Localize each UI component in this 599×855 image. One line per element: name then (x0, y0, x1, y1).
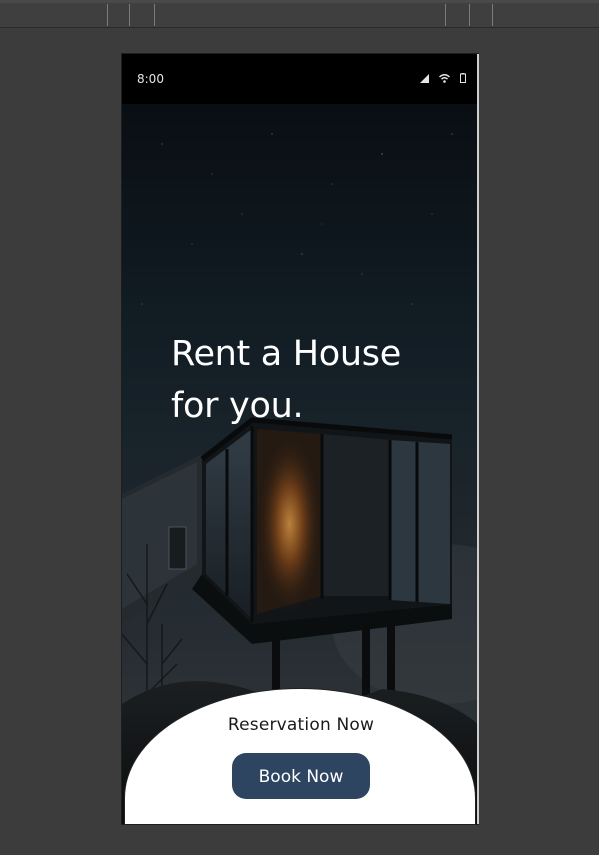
cellular-signal-icon (420, 73, 429, 83)
toolbar-top-line (0, 0, 599, 3)
toolbar-separator (107, 4, 108, 26)
battery-icon (460, 73, 466, 83)
headline-line-1: Rent a House (171, 334, 401, 374)
status-bar: 8:00 (122, 54, 478, 104)
editor-toolbar (0, 0, 599, 28)
status-time: 8:00 (137, 72, 164, 86)
hero-headline: Rent a House for you. (171, 328, 431, 432)
phone-screen: 8:00 Rent a House for you. Reservation N… (122, 54, 478, 824)
status-icons (420, 73, 466, 83)
toolbar-separator (492, 4, 493, 26)
reservation-label: Reservation Now (227, 715, 375, 735)
toolbar-separator (129, 4, 130, 26)
wifi-icon (439, 73, 450, 83)
headline-line-2: for you. (171, 386, 304, 426)
book-now-button[interactable]: Book Now (232, 753, 370, 799)
toolbar-separator (445, 4, 446, 26)
phone-frame-edge (477, 54, 479, 824)
toolbar-separator (154, 4, 155, 26)
toolbar-separator (469, 4, 470, 26)
